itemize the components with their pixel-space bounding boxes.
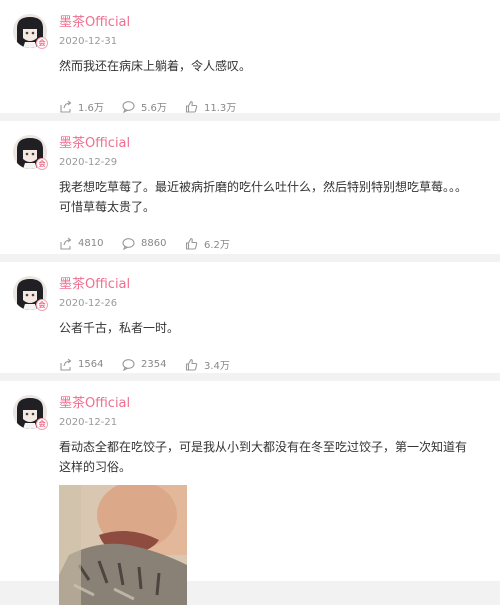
username[interactable]: 墨茶Official bbox=[59, 136, 130, 152]
share-count: 4810 bbox=[78, 237, 104, 249]
post-header: 会 墨茶Official 2020-12-31 bbox=[0, 0, 500, 50]
post-date[interactable]: 2020-12-26 bbox=[59, 298, 117, 310]
share-icon bbox=[60, 237, 72, 250]
post-header: 会 墨茶Official 2020-12-29 bbox=[0, 121, 500, 171]
comment-count: 5.6万 bbox=[141, 102, 167, 114]
post-header: 会 墨茶Official 2020-12-26 bbox=[0, 262, 500, 312]
post-card: 会 墨茶Official 2020-12-29 我老想吃草莓了。最近被病折磨的吃… bbox=[0, 121, 500, 254]
comment-icon bbox=[122, 100, 135, 113]
comment-button[interactable]: 5.6万 bbox=[122, 99, 185, 114]
comment-button[interactable]: 8860 bbox=[122, 237, 185, 250]
share-button[interactable]: 4810 bbox=[59, 237, 122, 250]
share-icon bbox=[60, 358, 72, 371]
post-date[interactable]: 2020-12-31 bbox=[59, 36, 117, 48]
post-feed: 会 墨茶Official 2020-12-31 然而我还在病床上躺着，令人感叹。… bbox=[0, 0, 500, 605]
username[interactable]: 墨茶Official bbox=[59, 15, 130, 31]
like-count: 11.3万 bbox=[204, 102, 237, 114]
username[interactable]: 墨茶Official bbox=[59, 396, 130, 412]
verified-badge: 会 bbox=[36, 37, 48, 49]
post-image[interactable] bbox=[59, 485, 187, 605]
like-button[interactable]: 11.3万 bbox=[185, 99, 265, 114]
like-count: 6.2万 bbox=[204, 239, 230, 251]
post-card: 会 墨茶Official 2020-12-31 然而我还在病床上躺着，令人感叹。… bbox=[0, 0, 500, 114]
comment-count: 8860 bbox=[141, 237, 167, 249]
verified-badge: 会 bbox=[36, 418, 48, 430]
share-count: 1.6万 bbox=[78, 102, 104, 114]
post-card: 会 墨茶Official 2020-12-26 公者千古，私者一时。 1564 … bbox=[0, 262, 500, 373]
like-count: 3.4万 bbox=[204, 360, 230, 372]
comment-icon bbox=[122, 358, 135, 371]
post-photo bbox=[59, 485, 187, 605]
post-text: 然而我还在病床上躺着，令人感叹。 bbox=[59, 59, 252, 73]
post-date[interactable]: 2020-12-29 bbox=[59, 157, 117, 169]
verified-badge: 会 bbox=[36, 299, 48, 311]
share-icon bbox=[60, 100, 72, 113]
thumbs-up-icon bbox=[185, 237, 198, 250]
comment-icon bbox=[122, 237, 135, 250]
comment-count: 2354 bbox=[141, 358, 167, 370]
post-date[interactable]: 2020-12-21 bbox=[59, 417, 117, 429]
share-count: 1564 bbox=[78, 358, 104, 370]
share-button[interactable]: 1564 bbox=[59, 358, 122, 371]
post-actions: 1564 2354 3.4万 bbox=[0, 342, 500, 386]
comment-button[interactable]: 2354 bbox=[122, 358, 185, 371]
post-text: 公者千古，私者一时。 bbox=[59, 321, 180, 335]
post-actions: 4810 8860 6.2万 bbox=[0, 221, 500, 265]
post-text: 我老想吃草莓了。最近被病折磨的吃什么吐什么，然后特别特别想吃草莓。。。可惜草莓太… bbox=[59, 180, 468, 214]
like-button[interactable]: 3.4万 bbox=[185, 357, 265, 372]
thumbs-up-icon bbox=[185, 358, 198, 371]
verified-badge: 会 bbox=[36, 158, 48, 170]
thumbs-up-icon bbox=[185, 100, 198, 113]
share-button[interactable]: 1.6万 bbox=[59, 99, 122, 114]
username[interactable]: 墨茶Official bbox=[59, 277, 130, 293]
like-button[interactable]: 6.2万 bbox=[185, 236, 265, 251]
post-text: 看动态全都在吃饺子，可是我从小到大都没有在冬至吃过饺子，第一次知道有这样的习俗。 bbox=[59, 440, 468, 474]
post-header: 会 墨茶Official 2020-12-21 bbox=[0, 381, 500, 431]
post-card: 会 墨茶Official 2020-12-21 看动态全都在吃饺子，可是我从小到… bbox=[0, 381, 500, 605]
